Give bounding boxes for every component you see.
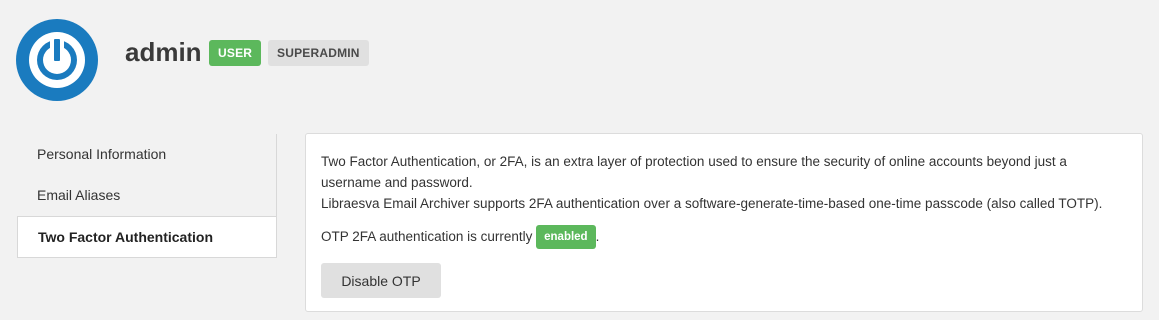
otp-status-suffix: . [595, 229, 600, 244]
sidebar-item-personal-information[interactable]: Personal Information [17, 134, 277, 175]
role-badge-superadmin: SUPERADMIN [268, 40, 369, 66]
page-title: admin [125, 37, 202, 67]
sidebar-item-two-factor-authentication[interactable]: Two Factor Authentication [17, 216, 277, 258]
sidebar-item-email-aliases[interactable]: Email Aliases [17, 175, 277, 216]
avatar [16, 19, 98, 101]
totp-support-paragraph: Libraesva Email Archiver supports 2FA au… [321, 196, 1103, 211]
profile-page: admin USER SUPERADMIN Personal Informati… [0, 0, 1159, 320]
two-factor-description: Two Factor Authentication, or 2FA, is an… [321, 151, 1121, 214]
disable-otp-button[interactable]: Disable OTP [321, 263, 441, 298]
otp-status-prefix: OTP 2FA authentication is currently [321, 229, 533, 244]
intro-paragraph: Two Factor Authentication, or 2FA, is an… [321, 154, 1067, 190]
two-factor-panel: Two Factor Authentication, or 2FA, is an… [305, 133, 1143, 312]
profile-sidebar: Personal Information Email Aliases Two F… [17, 134, 277, 258]
role-badge-user: USER [209, 40, 262, 66]
power-icon [16, 19, 98, 101]
otp-status-line: OTP 2FA authentication is currently enab… [321, 225, 600, 250]
otp-status-badge: enabled [536, 225, 596, 250]
